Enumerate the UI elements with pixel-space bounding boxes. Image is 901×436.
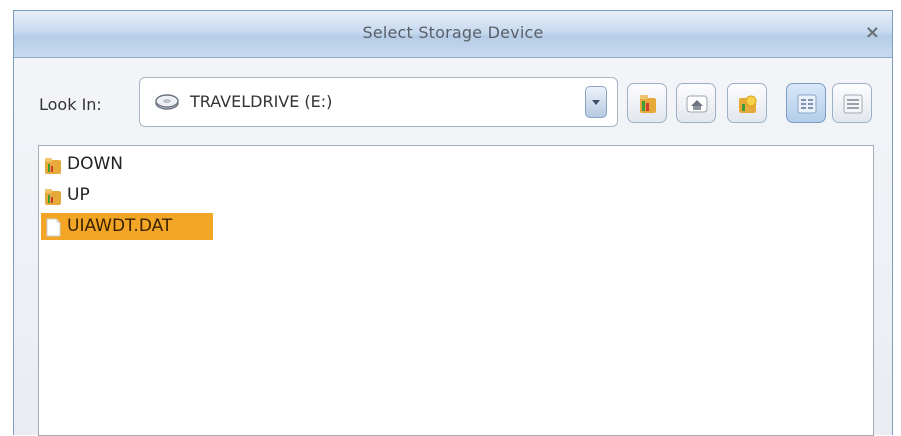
- look-in-value: TRAVELDRIVE (E:): [190, 92, 333, 111]
- up-folder-icon: [640, 95, 656, 113]
- home-icon: [686, 95, 708, 113]
- new-folder-icon: [739, 95, 757, 113]
- title-bar[interactable]: Select Storage Device ×: [14, 11, 892, 58]
- details-view-icon: [843, 94, 863, 114]
- look-in-label: Look In:: [39, 95, 102, 114]
- drive-icon: [155, 94, 179, 110]
- up-folder-button[interactable]: [627, 83, 667, 123]
- list-item-label: UIAWDT.DAT: [67, 216, 173, 236]
- file-list[interactable]: DOWN UP UIAWDT.DAT: [38, 145, 874, 436]
- dropdown-arrow-button[interactable]: [585, 86, 607, 118]
- folder-icon: [45, 158, 61, 174]
- new-folder-button[interactable]: [727, 83, 767, 123]
- list-item-label: DOWN: [67, 154, 123, 174]
- list-item-file-uiawdt[interactable]: UIAWDT.DAT: [41, 213, 213, 240]
- details-view-button[interactable]: [832, 83, 872, 123]
- dialog-title: Select Storage Device: [362, 23, 544, 42]
- list-view-icon: [797, 94, 817, 114]
- select-storage-device-dialog: Select Storage Device × Look In: TRAVELD…: [13, 10, 893, 436]
- folder-icon: [45, 189, 61, 205]
- list-item-label: UP: [67, 185, 90, 205]
- home-button[interactable]: [676, 83, 716, 123]
- file-icon: [46, 218, 61, 237]
- close-icon[interactable]: ×: [865, 22, 880, 43]
- look-in-dropdown[interactable]: TRAVELDRIVE (E:): [139, 77, 618, 127]
- list-view-button[interactable]: [786, 83, 826, 123]
